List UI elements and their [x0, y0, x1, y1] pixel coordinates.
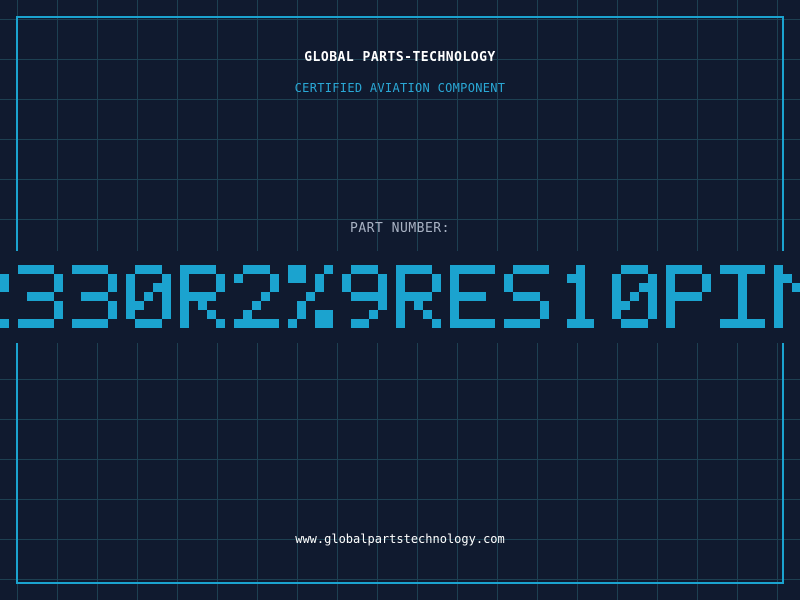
website-url: www.globalpartstechnology.com [295, 532, 505, 546]
part-number-char [342, 265, 387, 328]
part-number-char [666, 265, 711, 328]
part-number-char [720, 265, 765, 328]
certification-subtitle: CERTIFIED AVIATION COMPONENT [294, 81, 506, 95]
part-number-char [288, 265, 333, 328]
brand-name: GLOBAL PARTS-TECHNOLOGY [304, 50, 496, 65]
part-number-char [504, 265, 549, 328]
part-number-char [72, 265, 117, 328]
part-number-char [396, 265, 441, 328]
part-number-display [0, 265, 800, 328]
part-number-char [612, 265, 657, 328]
part-number-char [774, 265, 800, 328]
part-number-char [18, 265, 63, 328]
part-number-char [126, 265, 171, 328]
part-number-char [234, 265, 279, 328]
part-number-char [450, 265, 495, 328]
part-number-label: PART NUMBER: [350, 221, 450, 236]
part-number-char [0, 274, 9, 328]
label-canvas: GLOBAL PARTS-TECHNOLOGY CERTIFIED AVIATI… [0, 0, 800, 600]
part-number-band [0, 251, 800, 343]
part-number-char [567, 265, 594, 328]
part-number-char [180, 265, 225, 328]
